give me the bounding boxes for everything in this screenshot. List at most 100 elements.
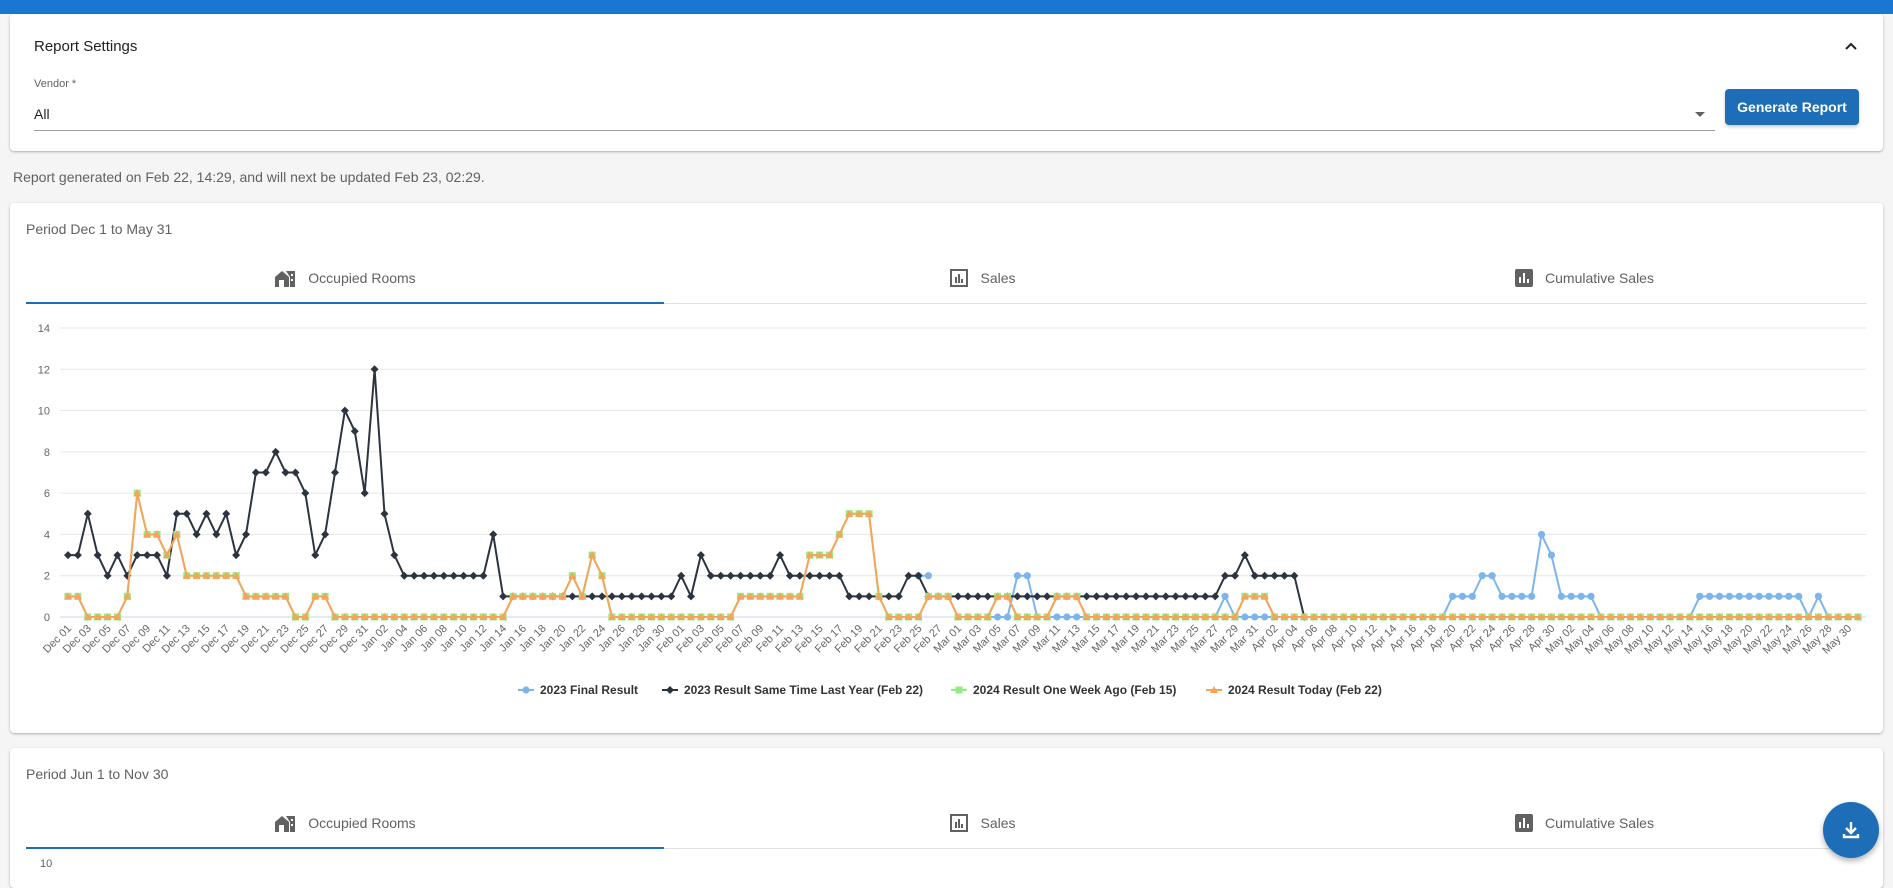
data-point	[340, 406, 349, 415]
data-point	[1023, 572, 1031, 580]
tab-cumulative-sales[interactable]: Cumulative Sales	[1302, 253, 1867, 303]
data-point	[1725, 592, 1734, 600]
data-point	[588, 592, 597, 601]
period-title: Period Dec 1 to May 31	[26, 221, 173, 237]
data-point	[1063, 613, 1071, 621]
data-point	[1468, 592, 1476, 600]
data-point	[568, 592, 577, 601]
vendor-select[interactable]: All	[34, 94, 1715, 131]
tab-label: Sales	[980, 815, 1016, 831]
y-tick-label: 6	[44, 488, 50, 500]
data-point	[1478, 572, 1486, 580]
data-point	[805, 571, 814, 580]
data-point	[350, 427, 359, 436]
data-point	[687, 592, 696, 601]
tab-occupied-rooms[interactable]: Occupied Rooms	[26, 253, 664, 304]
download-icon	[1842, 822, 1860, 839]
tab-label: Sales	[980, 270, 1016, 286]
data-point	[1122, 592, 1131, 601]
data-point	[1280, 571, 1289, 580]
data-point	[291, 468, 300, 477]
legend-symbol	[666, 686, 674, 694]
data-point	[459, 571, 468, 580]
data-point	[1448, 592, 1457, 600]
bar-chart-icon	[950, 814, 969, 832]
data-point	[429, 571, 438, 580]
legend-label: 2024 Result Today (Feb 22)	[1228, 683, 1382, 697]
data-point	[311, 551, 320, 560]
data-point	[1023, 592, 1032, 601]
data-point	[835, 571, 844, 580]
data-point	[1260, 571, 1269, 580]
report-tabs: Occupied Rooms Sales Cumulative Sales	[26, 798, 1867, 849]
data-point	[1211, 592, 1220, 601]
tab-cumulative-sales[interactable]: Cumulative Sales	[1302, 798, 1867, 848]
report-settings-panel: Report Settings Vendor * All Generate Re…	[10, 14, 1883, 151]
data-point	[983, 592, 992, 601]
house-icon	[275, 271, 296, 287]
tab-occupied-rooms[interactable]: Occupied Rooms	[26, 798, 664, 849]
legend-label: 2023 Final Result	[540, 683, 638, 697]
y-tick-label: 12	[38, 364, 50, 376]
data-point	[963, 592, 972, 601]
data-point	[73, 551, 82, 560]
tab-label: Occupied Rooms	[308, 270, 416, 286]
data-point	[865, 592, 874, 601]
chart-legend: 2023 Final Result 2023 Result Same Time L…	[518, 683, 1382, 697]
download-button[interactable]	[1823, 802, 1879, 858]
chevron-up-icon[interactable]	[1841, 36, 1861, 56]
data-point	[192, 530, 201, 539]
data-point	[1043, 592, 1052, 601]
data-point	[469, 571, 478, 580]
bar-chart-filled-icon	[1515, 814, 1534, 832]
data-point	[1033, 592, 1042, 601]
data-point	[1221, 571, 1230, 580]
house-icon	[275, 816, 296, 832]
data-point	[370, 365, 379, 374]
generate-report-button[interactable]: Generate Report	[1725, 89, 1859, 125]
data-point	[331, 468, 340, 477]
data-point	[766, 571, 775, 580]
data-point	[815, 571, 824, 580]
data-point	[1814, 592, 1823, 600]
data-point	[1458, 592, 1467, 600]
tab-sales[interactable]: Sales	[664, 798, 1302, 848]
data-point	[489, 530, 498, 539]
data-point	[232, 551, 241, 560]
legend-label: 2023 Result Same Time Last Year (Feb 22)	[684, 683, 923, 697]
data-point	[1112, 592, 1121, 601]
data-point	[746, 571, 755, 580]
data-point	[1270, 571, 1279, 580]
data-point	[1161, 592, 1170, 601]
data-point	[1577, 592, 1585, 600]
data-point	[1785, 592, 1793, 600]
data-point	[242, 530, 251, 539]
data-point	[420, 571, 429, 580]
data-point	[973, 592, 982, 601]
data-point	[321, 530, 330, 539]
data-point	[607, 592, 616, 601]
data-point	[1230, 571, 1239, 580]
legend-symbol	[955, 686, 963, 694]
data-point	[1745, 592, 1753, 600]
tab-sales[interactable]: Sales	[664, 253, 1302, 303]
data-point	[449, 571, 458, 580]
data-point	[994, 613, 1002, 621]
data-point	[1567, 592, 1575, 600]
bar-chart-filled-icon	[1515, 269, 1534, 287]
data-point	[410, 571, 419, 580]
data-point	[1191, 592, 1200, 601]
y-tick-label: 14	[38, 323, 50, 335]
data-point	[271, 447, 280, 456]
data-point	[162, 571, 171, 580]
data-point	[1528, 592, 1536, 600]
data-point	[1073, 613, 1081, 621]
data-point	[133, 551, 142, 560]
data-point	[439, 571, 448, 580]
period-title: Period Jun 1 to Nov 30	[26, 766, 169, 782]
data-point	[795, 571, 804, 580]
grid-lines	[60, 327, 1866, 618]
data-point	[182, 509, 191, 518]
data-point	[598, 592, 607, 601]
data-point	[1587, 592, 1595, 600]
